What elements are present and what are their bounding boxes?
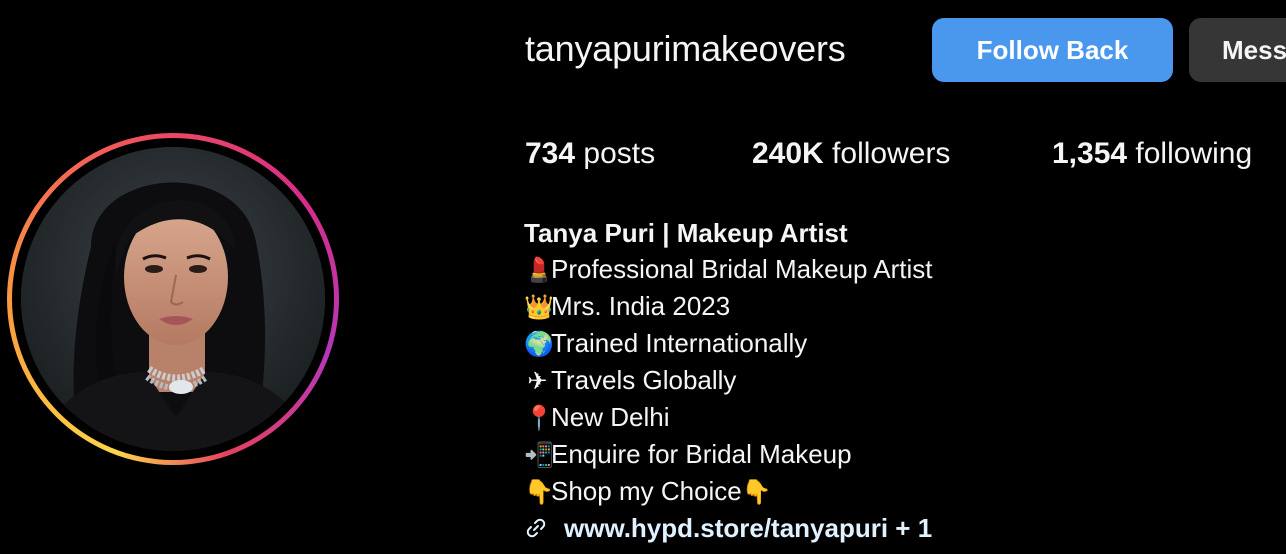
bio-line-text: Professional Bridal Makeup Artist bbox=[551, 254, 933, 284]
posts-stat: 734 posts bbox=[525, 137, 655, 171]
followers-stat[interactable]: 240K followers bbox=[752, 137, 950, 171]
bio-line: 💄Professional Bridal Makeup Artist bbox=[524, 251, 933, 288]
bio-line-text: Enquire for Bridal Makeup bbox=[551, 439, 852, 469]
link-icon bbox=[524, 513, 564, 549]
bio-line-text: Mrs. India 2023 bbox=[551, 291, 731, 321]
username: tanyapurimakeovers bbox=[525, 28, 846, 69]
followers-count: 240K bbox=[752, 137, 824, 170]
bio-line-text: Shop my Choice bbox=[551, 476, 742, 506]
phone-icon: 📲 bbox=[524, 441, 554, 469]
bio-line: 👑Mrs. India 2023 bbox=[524, 288, 933, 325]
bio-line-text: New Delhi bbox=[551, 402, 670, 432]
pointing-down-icon: 👇 bbox=[524, 478, 554, 506]
posts-count: 734 bbox=[525, 137, 576, 170]
bio-line-text: Trained Internationally bbox=[551, 328, 808, 358]
bio: Tanya Puri | Makeup Artist 💄Professional… bbox=[524, 215, 933, 549]
bio-link[interactable]: www.hypd.store/tanyapuri + 1 bbox=[524, 510, 933, 549]
followers-label: followers bbox=[823, 137, 951, 170]
message-button[interactable]: Message bbox=[1189, 18, 1286, 82]
avatar[interactable] bbox=[21, 147, 325, 451]
avatar-photo bbox=[21, 147, 325, 451]
pointing-down-icon: 👇 bbox=[741, 478, 772, 506]
following-label: following bbox=[1127, 137, 1253, 170]
globe-icon: 🌍 bbox=[524, 330, 554, 358]
bio-line: ✈ Travels Globally bbox=[524, 362, 933, 399]
lipstick-icon: 💄 bbox=[524, 256, 554, 284]
posts-label: posts bbox=[575, 137, 656, 170]
follow-back-button[interactable]: Follow Back bbox=[932, 18, 1173, 82]
following-stat[interactable]: 1,354 following bbox=[1052, 137, 1252, 171]
following-count: 1,354 bbox=[1052, 137, 1128, 170]
bio-link-text[interactable]: www.hypd.store/tanyapuri + 1 bbox=[564, 513, 932, 543]
avatar-gap bbox=[12, 138, 334, 460]
bio-line: 📲Enquire for Bridal Makeup bbox=[524, 436, 933, 473]
story-ring[interactable] bbox=[7, 133, 339, 465]
bio-line: 🌍Trained Internationally bbox=[524, 325, 933, 362]
crown-icon: 👑 bbox=[524, 293, 554, 321]
pin-icon: 📍 bbox=[524, 404, 554, 432]
bio-line: 📍New Delhi bbox=[524, 399, 933, 436]
bio-line-text: Travels Globally bbox=[551, 365, 737, 395]
airplane-icon: ✈ bbox=[527, 367, 548, 395]
bio-name: Tanya Puri | Makeup Artist bbox=[524, 218, 848, 248]
bio-line: 👇Shop my Choice👇 bbox=[524, 473, 933, 510]
